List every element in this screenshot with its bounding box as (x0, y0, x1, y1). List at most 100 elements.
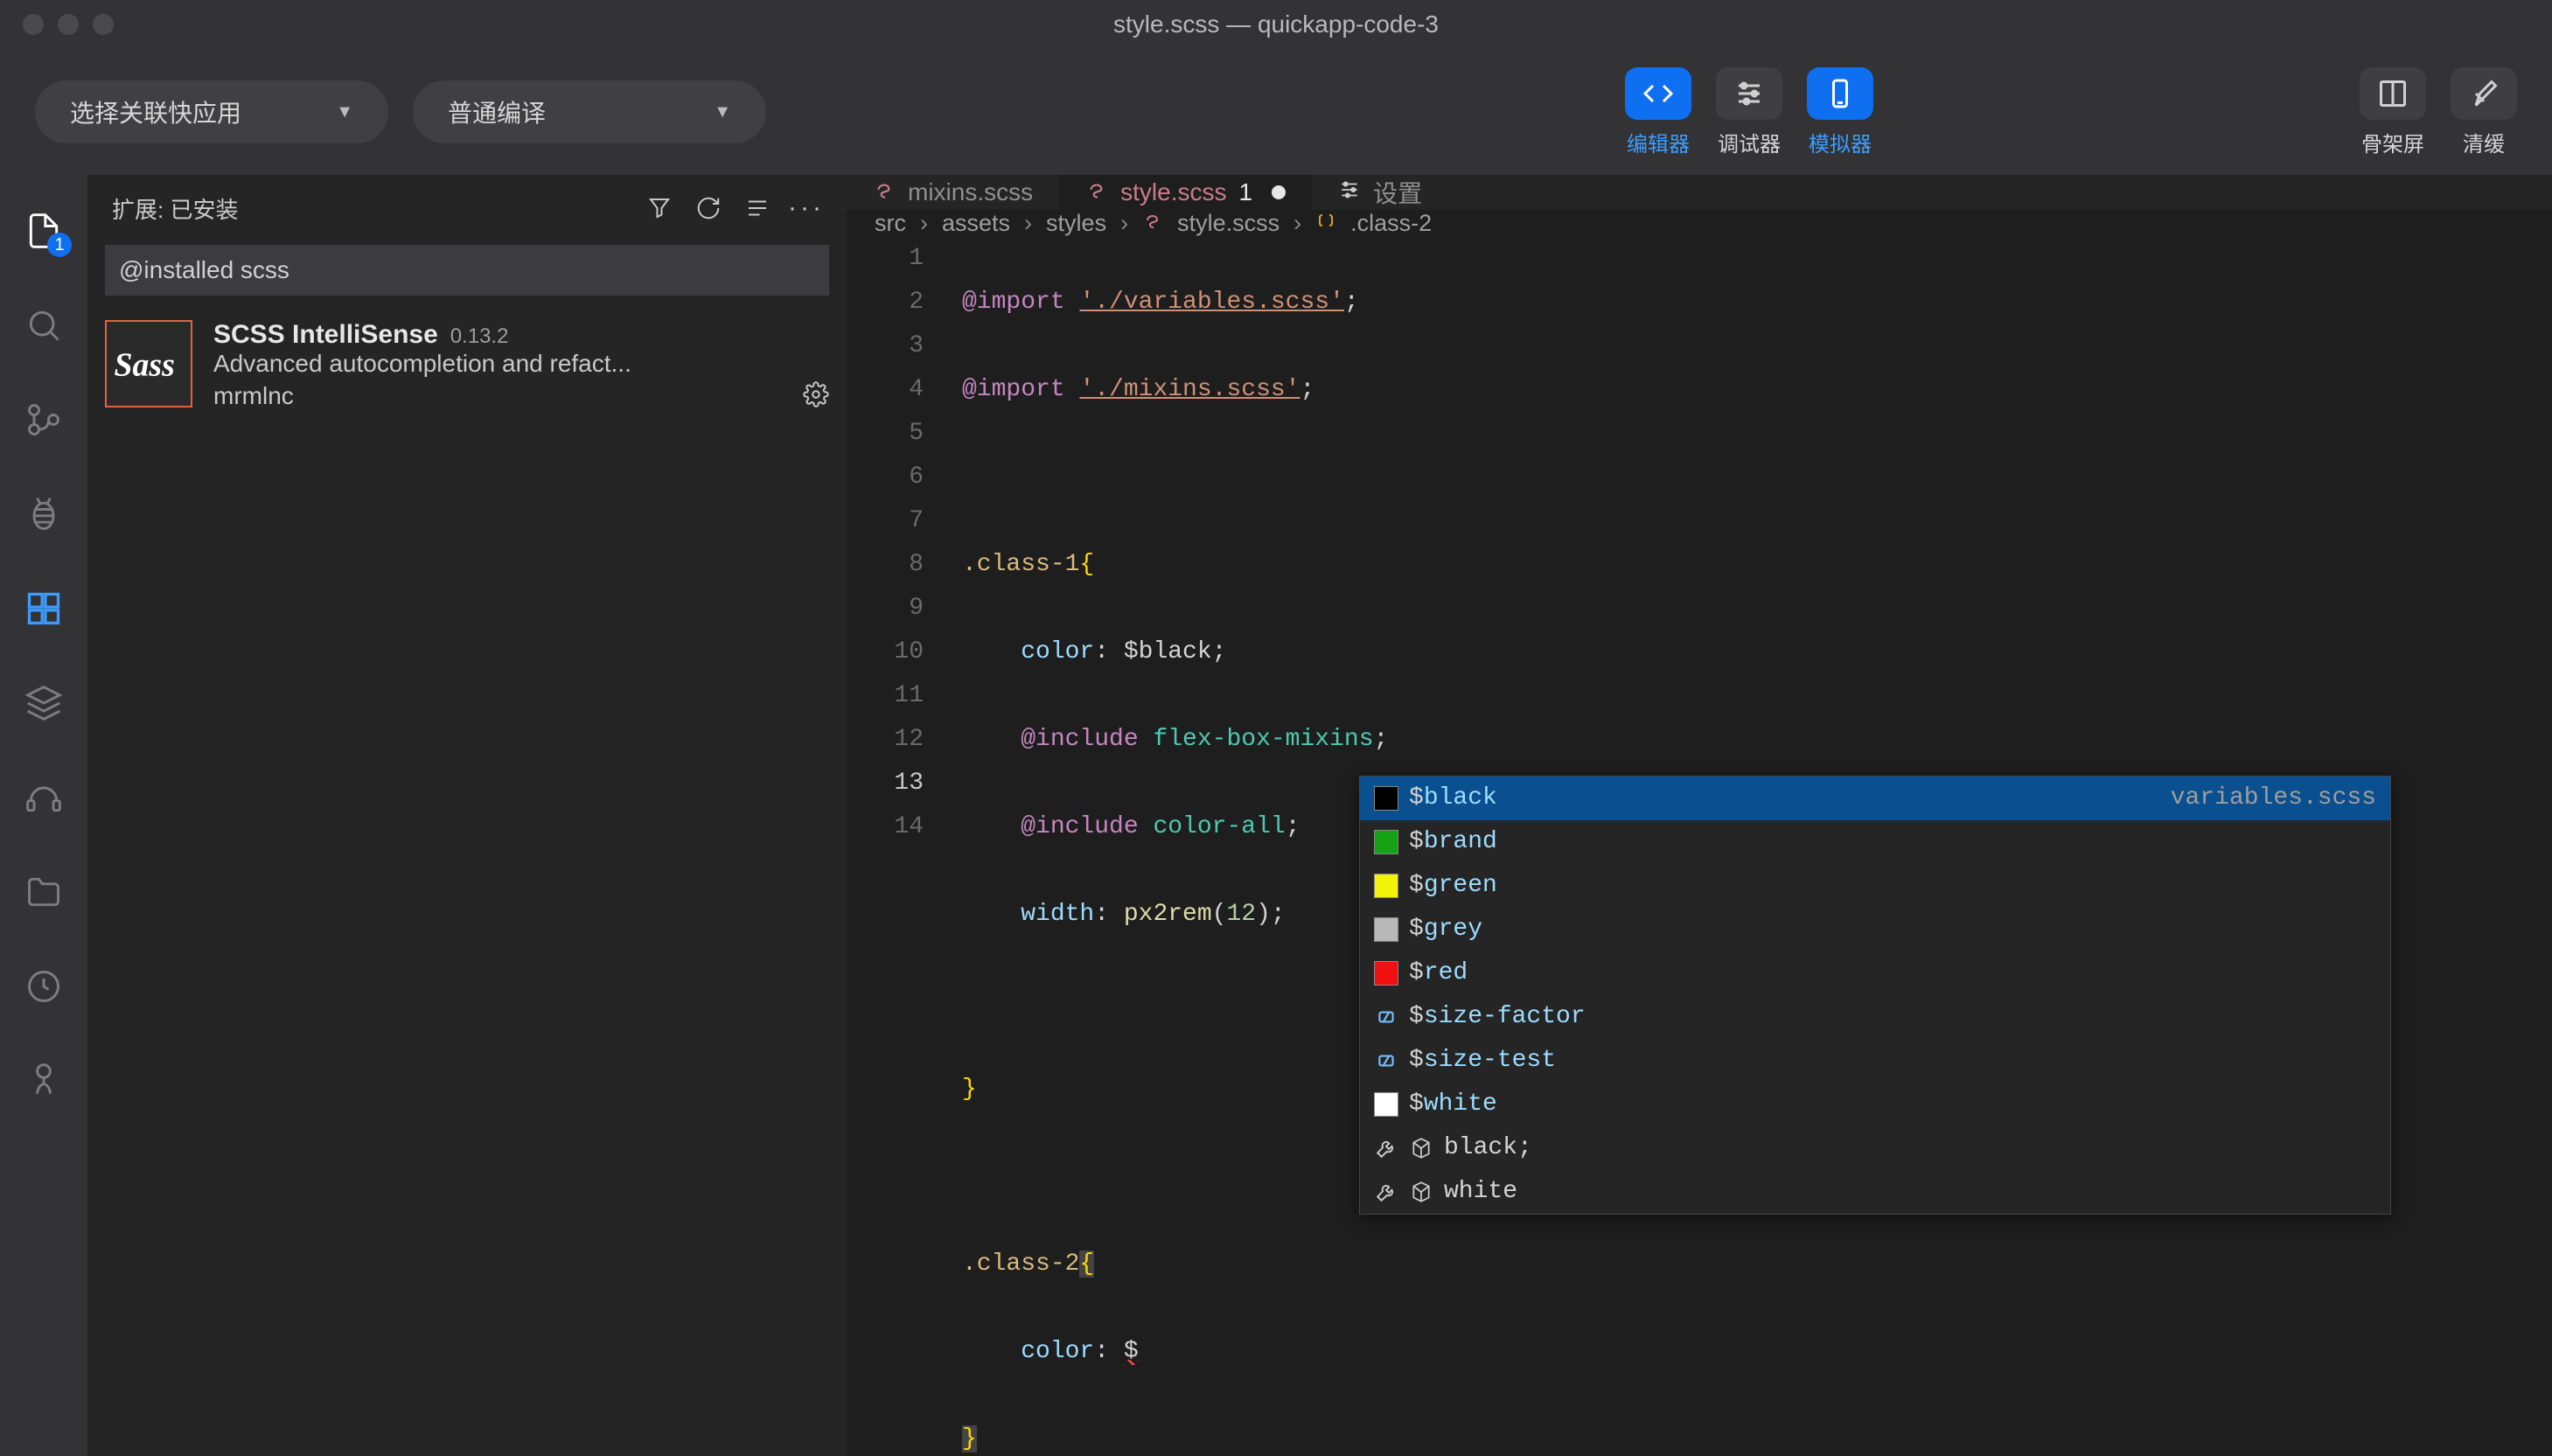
breadcrumb[interactable]: src› assets› styles› style.scss› .class-… (847, 210, 2552, 237)
extensions-search-input[interactable]: @installed scss (105, 245, 829, 296)
color-swatch-icon (1374, 917, 1398, 942)
tab-label: mixins.scss (908, 178, 1033, 206)
autocomplete-item[interactable]: $grey (1360, 908, 2390, 951)
activity-timeline[interactable] (23, 965, 65, 1007)
activity-layers[interactable] (23, 682, 65, 724)
scss-icon (873, 178, 896, 207)
extensions-search-value: @installed scss (119, 256, 289, 284)
color-swatch-icon (1374, 961, 1398, 986)
toolbar-skeleton-label: 骨架屏 (2361, 127, 2424, 157)
extensions-title: 扩展: 已安装 (112, 192, 626, 225)
list-icon[interactable] (742, 192, 773, 224)
extension-publisher: mrmlnc (213, 382, 294, 410)
window-title: style.scss — quickapp-code-3 (1113, 10, 1439, 38)
autocomplete-item[interactable]: white (1360, 1170, 2390, 1214)
breadcrumb-segment[interactable]: .class-2 (1350, 210, 1432, 237)
settings-icon (1338, 178, 1361, 207)
extension-version: 0.13.2 (450, 324, 509, 349)
variable-icon (1374, 1048, 1398, 1073)
svg-text:Sass: Sass (114, 347, 174, 384)
titlebar: style.scss — quickapp-code-3 (0, 0, 2552, 49)
phone-icon (1807, 67, 1873, 120)
autocomplete-item[interactable]: $brand (1360, 820, 2390, 864)
cube-icon (1409, 1136, 1433, 1160)
window-max-dot[interactable] (93, 14, 114, 35)
activity-bar: 1 (0, 175, 87, 1456)
code-icon (1625, 67, 1691, 120)
caret-down-icon: ▼ (336, 102, 353, 122)
activity-extensions[interactable] (23, 588, 65, 630)
autocomplete-item[interactable]: $size-test (1360, 1039, 2390, 1083)
tab-mixins[interactable]: mixins.scss (847, 175, 1059, 210)
autocomplete-item[interactable]: $red (1360, 951, 2390, 995)
extensions-panel: 扩展: 已安装 ··· @installed scss Sass (87, 175, 847, 1456)
autocomplete-item[interactable]: $green (1360, 864, 2390, 908)
select-app-label: 选择关联快应用 (70, 94, 241, 129)
breadcrumb-segment[interactable]: style.scss (1177, 210, 1279, 237)
tab-style[interactable]: style.scss 1 (1059, 175, 1312, 210)
tab-label: 设置 (1373, 175, 1422, 210)
extension-name: SCSS IntelliSense (213, 320, 438, 350)
activity-folder[interactable] (23, 871, 65, 913)
toolbar-clear-cache-label: 清缓 (2463, 127, 2505, 157)
activity-explorer[interactable]: 1 (23, 210, 65, 252)
toolbar-simulator-button[interactable]: 模拟器 (1807, 67, 1873, 157)
color-swatch-icon (1374, 830, 1398, 854)
color-swatch-icon (1374, 1092, 1398, 1117)
code-editor[interactable]: 123 456 789 101112 1314 @import './varia… (847, 237, 2552, 1456)
refresh-icon[interactable] (693, 192, 724, 224)
filter-icon[interactable] (644, 192, 675, 224)
cube-icon (1409, 1180, 1433, 1204)
window-min-dot[interactable] (58, 14, 79, 35)
breadcrumb-segment[interactable]: assets (942, 210, 1010, 237)
autocomplete-popup: $black variables.scss $brand $green $gre… (1359, 776, 2391, 1215)
variable-icon (1374, 1005, 1398, 1029)
toolbar-skeleton-button[interactable]: 骨架屏 (2360, 67, 2426, 157)
broom-icon (2451, 67, 2517, 120)
toolbar-editor-button[interactable]: 编辑器 (1625, 67, 1691, 157)
compile-mode-dropdown[interactable]: 普通编译 ▼ (413, 80, 766, 143)
toolbar-debugger-button[interactable]: 调试器 (1716, 67, 1782, 157)
toolbar-debugger-label: 调试器 (1718, 127, 1781, 157)
editor-tabs: mixins.scss style.scss 1 设置 (847, 175, 2552, 210)
activity-scm[interactable] (23, 399, 65, 441)
breadcrumb-segment[interactable]: styles (1046, 210, 1106, 237)
tab-label: style.scss (1120, 178, 1226, 206)
wrench-icon (1374, 1180, 1398, 1204)
more-icon[interactable]: ··· (791, 192, 822, 224)
tab-settings[interactable]: 设置 (1312, 175, 1448, 210)
select-app-dropdown[interactable]: 选择关联快应用 ▼ (35, 80, 388, 143)
sliders-icon (1716, 67, 1782, 120)
autocomplete-source: variables.scss (2171, 777, 2376, 820)
activity-debug[interactable] (23, 493, 65, 535)
color-swatch-icon (1374, 874, 1398, 898)
autocomplete-item[interactable]: black; (1360, 1126, 2390, 1170)
extension-thumb: Sass (105, 320, 192, 408)
compile-mode-label: 普通编译 (448, 94, 546, 129)
window-close-dot[interactable] (23, 14, 44, 35)
tab-problems-badge: 1 (1238, 178, 1252, 206)
breadcrumb-segment[interactable]: src (875, 210, 906, 237)
explorer-badge: 1 (47, 233, 72, 257)
autocomplete-item[interactable]: $white (1360, 1083, 2390, 1126)
symbol-class-icon (1315, 210, 1336, 237)
dirty-indicator-icon (1272, 185, 1286, 199)
scss-icon (1142, 210, 1163, 237)
toolbar-clear-cache-button[interactable]: 清缓 (2451, 67, 2517, 157)
scss-icon (1085, 178, 1108, 207)
toolbar: 选择关联快应用 ▼ 普通编译 ▼ 编辑器 调试器 模拟器 (0, 49, 2552, 175)
activity-search[interactable] (23, 304, 65, 346)
line-gutter: 123 456 789 101112 1314 (847, 237, 945, 849)
extension-description: Advanced autocompletion and refact... (213, 350, 829, 378)
activity-tree[interactable] (23, 1060, 65, 1102)
caret-down-icon: ▼ (714, 102, 731, 122)
wrench-icon (1374, 1136, 1398, 1160)
autocomplete-item[interactable]: $size-factor (1360, 995, 2390, 1039)
gear-icon[interactable] (803, 381, 829, 410)
layout-icon (2360, 67, 2426, 120)
editor-area: mixins.scss style.scss 1 设置 (847, 175, 2552, 1456)
activity-support[interactable] (23, 777, 65, 819)
extension-item[interactable]: Sass SCSS IntelliSense 0.13.2 Advanced a… (87, 306, 847, 424)
autocomplete-item[interactable]: $black variables.scss (1360, 777, 2390, 820)
color-swatch-icon (1374, 786, 1398, 811)
